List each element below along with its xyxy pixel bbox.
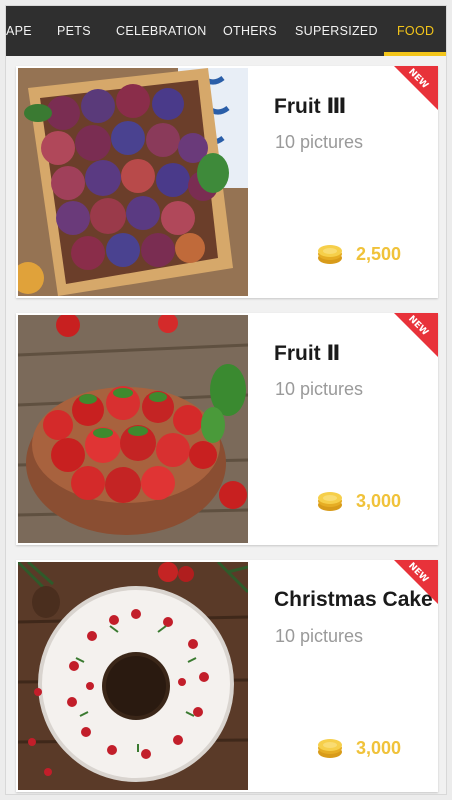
plums-photo (18, 68, 248, 296)
price: 3,000 (356, 491, 402, 511)
active-tab-indicator (384, 52, 446, 56)
pack-card[interactable]: Fruit Ⅱ 10 pictures 3,000 NEW (16, 313, 438, 545)
pack-title: Fruit Ⅱ (274, 342, 341, 365)
coin-icon (318, 739, 342, 758)
christmas-cake-photo (18, 562, 248, 790)
coin-icon (318, 245, 342, 264)
price: 3,000 (356, 738, 402, 758)
tab-ape[interactable]: APE (6, 6, 32, 56)
tab-pets[interactable]: PETS (57, 6, 91, 56)
picture-count: 10 pictures (275, 626, 364, 646)
tab-others[interactable]: OTHERS (223, 6, 277, 56)
pack-title: Fruit Ⅲ (274, 95, 347, 118)
pack-card[interactable]: Fruit Ⅲ 10 pictures 2,500 NEW (16, 66, 438, 298)
coin-icon (318, 492, 342, 511)
strawberries-photo (18, 315, 248, 543)
price: 2,500 (356, 244, 402, 264)
picture-count: 10 pictures (275, 379, 364, 399)
pack-card[interactable]: Christmas Cake 10 pictures 3,000 NEW (16, 560, 438, 792)
app-frame: APE PETS CELEBRATION OTHERS SUPERSIZED F… (6, 6, 446, 794)
tab-celebration[interactable]: CELEBRATION (116, 6, 207, 56)
category-tab-bar: APE PETS CELEBRATION OTHERS SUPERSIZED F… (6, 6, 446, 56)
tab-supersized[interactable]: SUPERSIZED (295, 6, 378, 56)
tab-food[interactable]: FOOD (397, 6, 434, 56)
picture-count: 10 pictures (275, 132, 364, 152)
